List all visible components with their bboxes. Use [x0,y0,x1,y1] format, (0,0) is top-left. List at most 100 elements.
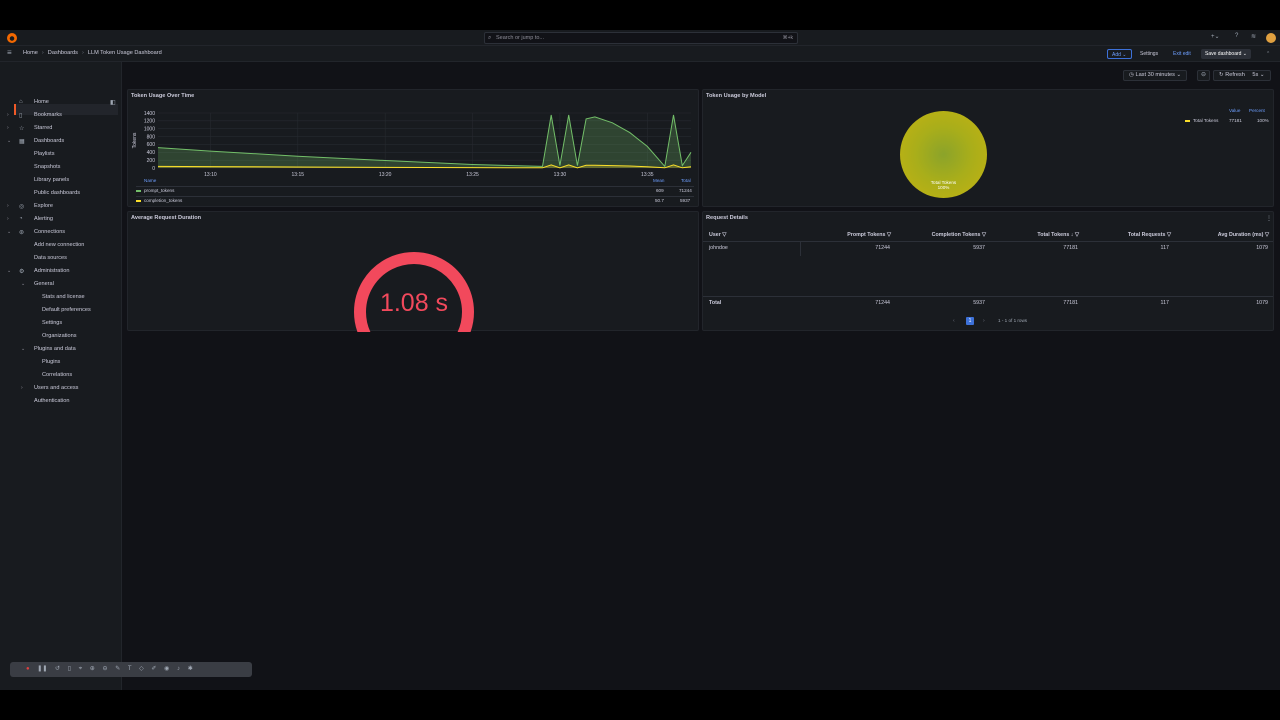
x-tick-label: 13:25 [466,172,479,178]
restart-icon[interactable]: ↺ [55,666,60,672]
chevron-right-icon: › [41,50,44,56]
chevron-up-icon[interactable]: ⌃ [1262,49,1274,59]
sidebar-item-users-and-access[interactable]: Users and access [34,385,78,391]
trash-icon[interactable]: ▯ [68,666,71,672]
highlighter-icon[interactable]: ✐ [151,666,156,672]
exit-edit-button[interactable]: Exit edit [1169,49,1195,59]
pen-icon[interactable]: ✎ [115,666,120,672]
footer-total-label: Total [709,300,722,306]
legend-header-mean[interactable]: Mean [653,178,665,183]
chevron-down-icon[interactable]: ⌄ [7,138,11,144]
column-header-avg-duration[interactable]: Avg Duration (ms) ▽ [1218,232,1269,238]
breadcrumb-home[interactable]: Home [23,50,38,56]
sidebar-item-library-panels[interactable]: Library panels [34,177,69,183]
sidebar-item-starred[interactable]: Starred [34,125,52,131]
sidebar-item-correlations[interactable]: Correlations [42,372,72,378]
token-usage-over-time-panel[interactable]: Token Usage Over Time 1400 1200 1000 800 600… [127,89,699,207]
shape-icon[interactable]: ◇ [139,666,144,672]
chevron-right-icon[interactable]: › [21,385,23,391]
column-header-total-requests[interactable]: Total Requests ▽ [1128,232,1171,238]
request-details-panel[interactable]: Request Details ⋮ User ▽ Prompt Tokens ▽… [702,211,1274,331]
legend-header-percent[interactable]: Percent [1249,108,1265,113]
next-page-icon[interactable]: › [983,318,985,324]
screen-recorder-toolbar[interactable]: ● ❚❚ ↺ ▯ ⌖ ⊕ ⊖ ✎ T ◇ ✐ ◉ ♪ ✱ [10,662,252,677]
chevron-down-icon[interactable]: ⌄ [21,346,25,352]
time-range-picker[interactable]: ◷ Last 30 minutes ⌄ [1123,70,1188,81]
save-dashboard-button[interactable]: Save dashboard ⌄ [1201,49,1252,59]
new-plus-icon[interactable]: +⌄ [1211,33,1220,40]
zoom-in-icon[interactable]: ⊕ [90,666,95,672]
refresh-interval[interactable]: 5s [1252,72,1258,78]
grafana-logo-icon[interactable] [7,33,17,43]
sidebar-item-default-preferences[interactable]: Default preferences [42,307,91,313]
sidebar-item-settings[interactable]: Settings [42,320,62,326]
column-header-total-tokens[interactable]: Total Tokens ↓ ▽ [1037,232,1079,238]
breadcrumb-dashboards[interactable]: Dashboards [48,50,78,56]
sidebar-item-bookmarks[interactable]: Bookmarks [34,112,62,118]
refresh-button[interactable]: ↻ Refresh 5s ⌄ [1213,70,1271,81]
news-rss-icon[interactable]: ≋ [1251,33,1256,40]
sidebar-item-stats-and-license[interactable]: Stats and license [42,294,85,300]
settings-icon[interactable]: ✱ [188,666,193,672]
mic-icon[interactable]: ♪ [177,666,180,672]
sidebar-item-data-sources[interactable]: Data sources [34,255,67,261]
table-header-divider [703,241,1273,242]
sidebar-item-plugins-and-data[interactable]: Plugins and data [34,346,76,352]
legend-name-total-tokens[interactable]: Total Tokens [1193,118,1218,123]
record-icon[interactable]: ● [26,666,30,672]
sidebar-item-explore[interactable]: Explore [34,203,53,209]
prev-page-icon[interactable]: ‹ [953,318,955,324]
legend-name-prompt[interactable]: prompt_tokens [144,188,174,193]
page-1-button[interactable]: 1 [966,317,974,325]
settings-button[interactable]: Settings [1136,49,1162,59]
zoom-out-icon[interactable]: ⊖ [102,666,107,672]
chevron-down-icon[interactable]: ⌄ [7,229,11,235]
chevron-right-icon[interactable]: › [7,216,9,222]
chevron-down-icon[interactable]: ⌄ [21,281,25,287]
sidebar-item-authentication[interactable]: Authentication [34,398,69,404]
chevron-right-icon[interactable]: › [7,112,9,118]
filter-icon: ▽ [1264,232,1269,238]
sidebar-item-playlists[interactable]: Playlists [34,151,55,157]
sidebar-item-organizations[interactable]: Organizations [42,333,77,339]
dock-menu-icon[interactable]: ◧ [110,99,116,106]
sidebar-item-public-dashboards[interactable]: Public dashboards [34,190,80,196]
sidebar-item-dashboards[interactable]: Dashboards [34,138,64,144]
chevron-down-icon[interactable]: ⌄ [7,268,11,274]
legend-header-value[interactable]: Value [1229,108,1240,113]
sidebar-item-administration[interactable]: Administration [34,268,69,274]
pie-slice-total-tokens[interactable]: Total Tokens 100% [900,111,987,198]
add-button[interactable]: Add ⌄ [1107,49,1132,59]
sidebar-item-general[interactable]: General [34,281,54,287]
table-cell-completion-tokens: 5937 [973,245,985,251]
cursor-icon[interactable]: ⌖ [79,666,82,672]
panel-menu-icon[interactable]: ⋮ [1266,215,1272,222]
average-request-duration-panel[interactable]: Average Request Duration 1.08 s [127,211,699,332]
legend-header-total[interactable]: Total [681,178,691,183]
sidebar-item-home[interactable]: Home [34,99,49,105]
legend-name-completion[interactable]: completion_tokens [144,198,182,203]
text-icon[interactable]: T [128,666,132,672]
sidebar-item-connections[interactable]: Connections [34,229,65,235]
sidebar-item-add-new-connection[interactable]: Add new connection [34,242,84,248]
legend-total-prompt: 71244 [679,188,692,193]
sidebar-item-alerting[interactable]: Alerting [34,216,53,222]
zoom-out-icon[interactable]: ⊖ [1197,70,1210,81]
token-usage-by-model-panel[interactable]: Token Usage by Model Total Tokens 100% V… [702,89,1274,207]
menu-icon[interactable]: ≡ [7,49,12,57]
pause-icon[interactable]: ❚❚ [37,666,47,672]
avatar[interactable] [1266,33,1276,43]
sidebar-item-snapshots[interactable]: Snapshots [34,164,60,170]
column-header-prompt-tokens[interactable]: Prompt Tokens ▽ [847,232,891,238]
column-header-user[interactable]: User ▽ [709,232,726,238]
chevron-right-icon[interactable]: › [7,203,9,209]
webcam-icon[interactable]: ◉ [164,666,169,672]
help-icon[interactable]: ? [1235,33,1238,39]
chevron-right-icon[interactable]: › [7,125,9,131]
footer-prompt-tokens: 71244 [875,300,890,306]
sidebar-item-plugins[interactable]: Plugins [42,359,60,365]
search-input[interactable]: ⌕ Search or jump to... ⌘+k [484,32,798,44]
search-placeholder: Search or jump to... [496,35,544,41]
apps-icon: ▦ [19,139,25,145]
column-header-completion-tokens[interactable]: Completion Tokens ▽ [932,232,986,238]
